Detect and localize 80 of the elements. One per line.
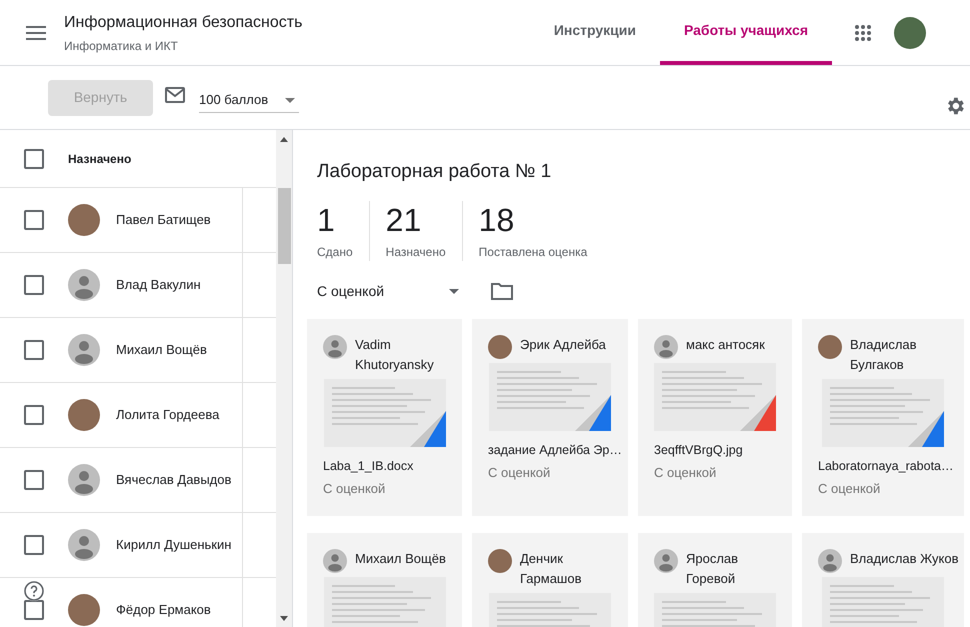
help-icon[interactable] bbox=[24, 581, 44, 601]
class-subtitle: Информатика и ИКТ bbox=[64, 38, 179, 54]
stat-value: 21 bbox=[386, 200, 422, 238]
tab[interactable]: Работы учащихся bbox=[660, 0, 832, 65]
avatar-icon bbox=[68, 529, 100, 561]
mail-icon[interactable] bbox=[165, 86, 185, 102]
student-name[interactable]: Лолита Гордеева bbox=[116, 405, 242, 425]
checkbox[interactable] bbox=[24, 340, 44, 360]
menu-icon[interactable] bbox=[26, 26, 46, 40]
status-label: С оценкой bbox=[488, 464, 552, 482]
avatar-photo bbox=[68, 204, 100, 236]
filter-dropdown[interactable]: С оценкой bbox=[317, 280, 459, 302]
avatar-photo bbox=[488, 334, 512, 358]
student-name: Владислав Булгаков bbox=[850, 336, 918, 374]
profile-photo[interactable] bbox=[894, 16, 926, 48]
file-name: Laba_1_IB.docx bbox=[323, 458, 414, 474]
student-name[interactable]: Фёдор Ермаков bbox=[116, 600, 242, 620]
checkbox[interactable] bbox=[24, 148, 44, 168]
caret-icon bbox=[285, 98, 295, 102]
points-dropdown[interactable]: 100 баллов bbox=[199, 88, 299, 112]
avatar-photo bbox=[68, 594, 100, 626]
stat-label: Сдано bbox=[317, 244, 353, 260]
checkbox[interactable] bbox=[24, 275, 44, 295]
caret-icon bbox=[449, 288, 459, 294]
avatar-icon bbox=[68, 269, 100, 301]
folder-icon[interactable] bbox=[491, 282, 513, 300]
submission-card[interactable]: Денчик Гармашов bbox=[472, 532, 628, 627]
avatar-icon bbox=[818, 548, 842, 572]
student-name[interactable]: Павел Батищев bbox=[116, 210, 242, 230]
submission-card[interactable]: Владислав Жуков bbox=[802, 532, 964, 627]
submission-card[interactable]: Михаил Вощёв bbox=[307, 532, 462, 627]
scrollbar[interactable] bbox=[276, 130, 292, 627]
tab[interactable]: Инструкции bbox=[530, 0, 660, 65]
checkbox[interactable] bbox=[24, 405, 44, 425]
checkbox[interactable] bbox=[24, 470, 44, 490]
submission-card[interactable]: макс антосяк 3eqfftVBrgQ.jpg С оценкой bbox=[638, 318, 792, 516]
avatar-icon bbox=[323, 334, 347, 358]
submission-card[interactable]: Ярослав Горевой bbox=[638, 532, 792, 627]
avatar-photo bbox=[488, 548, 512, 572]
student-name: Эрик Адлейба bbox=[520, 336, 606, 354]
column-heading: Назначено bbox=[68, 150, 132, 168]
class-title: Информационная безопасность bbox=[64, 12, 302, 32]
submission-card[interactable]: Владислав Булгаков Laboratornaya_rabota… С оценкой bbox=[802, 318, 964, 516]
stat-value: 1 bbox=[317, 200, 336, 238]
student-name: Ярослав Горевой bbox=[686, 550, 740, 588]
submission-card[interactable]: Vadim Khutoryansky Laba_1_IB.docx С оценкой bbox=[307, 318, 462, 516]
avatar-icon bbox=[68, 464, 100, 496]
scroll-down-icon[interactable] bbox=[280, 616, 288, 621]
student-name[interactable]: Влад Вакулин bbox=[116, 275, 242, 295]
student-name[interactable]: Михаил Вощёв bbox=[116, 340, 242, 360]
avatar-icon bbox=[654, 548, 678, 572]
avatar-icon bbox=[68, 334, 100, 366]
status-label: С оценкой bbox=[654, 464, 718, 482]
student-name[interactable]: Кирилл Душенькин bbox=[116, 535, 242, 555]
student-name[interactable]: Вячеслав Давыдов bbox=[116, 470, 242, 490]
apps-grid-icon[interactable] bbox=[854, 24, 872, 42]
avatar-photo bbox=[818, 334, 842, 358]
checkbox[interactable] bbox=[24, 600, 44, 620]
scroll-up-icon[interactable] bbox=[280, 137, 288, 142]
avatar-icon bbox=[654, 334, 678, 358]
stat-value: 18 bbox=[478, 200, 516, 238]
student-name: Денчик Гармашов bbox=[520, 550, 583, 588]
file-name: 3eqfftVBrgQ.jpg bbox=[654, 442, 743, 459]
file-name: Laboratornaya_rabota… bbox=[818, 458, 954, 475]
checkbox[interactable] bbox=[24, 535, 44, 555]
student-name: Владислав Жуков bbox=[850, 550, 958, 568]
student-name: макс антосяк bbox=[686, 336, 765, 354]
status-label: С оценкой bbox=[818, 480, 882, 498]
stat-label: Поставлена оценка bbox=[478, 244, 588, 260]
status-label: С оценкой bbox=[323, 480, 386, 498]
file-name: задание Адлейба Эр… bbox=[488, 442, 622, 459]
stat-label: Назначено bbox=[386, 244, 446, 260]
avatar-photo bbox=[68, 399, 100, 431]
student-name: Vadim Khutoryansky bbox=[355, 336, 435, 374]
student-name: Михаил Вощёв bbox=[355, 550, 446, 568]
submission-card[interactable]: Эрик Адлейба задание Адлейба Эр… С оценкой bbox=[472, 318, 628, 516]
scrollbar-thumb[interactable] bbox=[278, 188, 290, 264]
checkbox[interactable] bbox=[24, 210, 44, 230]
assignment-title: Лабораторная работа № 1 bbox=[317, 160, 552, 184]
avatar-icon bbox=[323, 548, 347, 572]
